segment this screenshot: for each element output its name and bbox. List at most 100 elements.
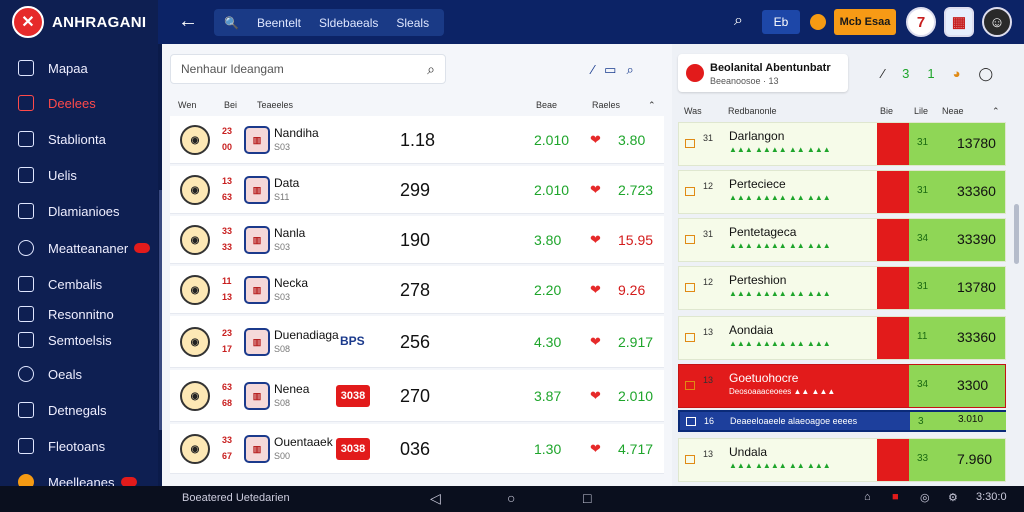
standing-row[interactable]: 12 Perteciece ▲▲▲ ▲▲▲▲ ▲▲ ▲▲▲ 31 33360 bbox=[678, 170, 1006, 214]
sidebar-item-12[interactable]: Fleotoans bbox=[18, 438, 105, 454]
chrome-icon[interactable]: ◕ bbox=[953, 66, 979, 81]
row-checkbox[interactable] bbox=[685, 139, 695, 148]
match-row[interactable]: ◉ 33 33 ▥ Nanla S03 190 3.80 ❤ 15.95 bbox=[170, 216, 664, 264]
search-icon[interactable]: ⌕ bbox=[734, 12, 743, 30]
calendar-icon[interactable]: ▦ bbox=[944, 7, 974, 37]
search-icon[interactable]: ⌕ bbox=[427, 55, 435, 83]
nav-recents-icon[interactable]: □ bbox=[583, 490, 591, 506]
away-odds[interactable]: 2.010 bbox=[618, 388, 653, 404]
link-icon[interactable]: ⁄ bbox=[882, 66, 902, 81]
team-name[interactable]: Necka bbox=[274, 276, 308, 290]
toolbar-icons[interactable]: ⁄▭⌕ bbox=[592, 62, 644, 78]
brand[interactable]: ✕ ANHRAGANI bbox=[0, 0, 158, 44]
match-row[interactable]: ◉ 11 13 ▥ Necka S03 278 2.20 ❤ 9.26 bbox=[170, 266, 664, 314]
row-checkbox[interactable] bbox=[685, 455, 695, 464]
standing-team-name[interactable]: Aondaia bbox=[729, 323, 773, 337]
sidebar-item-3[interactable]: Stablionta bbox=[18, 131, 106, 147]
language-button[interactable]: Eb bbox=[762, 10, 800, 34]
search-segment-3[interactable]: Sleals bbox=[396, 16, 429, 30]
away-odds[interactable]: 2.917 bbox=[618, 334, 653, 350]
sidebar-item-9[interactable]: Semtoelsis bbox=[18, 332, 112, 348]
sidebar-item-11[interactable]: Detnegals bbox=[18, 402, 107, 418]
standing-team-name[interactable]: Goetuohocre bbox=[729, 371, 798, 385]
sidebar-item-5[interactable]: Dlamianioes bbox=[18, 203, 120, 219]
back-arrow-icon[interactable]: ← bbox=[178, 10, 198, 33]
match-row[interactable]: ◉ 13 63 ▥ Data S11 299 2.010 ❤ 2.723 bbox=[170, 166, 664, 214]
team-name[interactable]: Duenadiaga bbox=[274, 328, 339, 342]
heart-icon[interactable]: ❤ bbox=[590, 232, 601, 248]
match-row[interactable]: ◉ 33 67 ▥ Ouentaaek S00 036 1.30 ❤ 4.717… bbox=[170, 424, 664, 474]
standing-row[interactable]: 16 Deaeeloaeele alaeoagoe eeees 3 3.010 bbox=[678, 410, 1006, 432]
away-odds[interactable]: 9.26 bbox=[618, 282, 645, 298]
match-row[interactable]: ◉ 23 17 ▥ Duenadiaga S08 256 4.30 ❤ 2.91… bbox=[170, 316, 664, 368]
coin-icon[interactable] bbox=[810, 14, 826, 30]
search-segment-1[interactable]: Beentelt bbox=[257, 16, 301, 30]
standing-row[interactable]: 13 Goetuohocre Deosoaaaceoees ▲▲ ▲▲▲ 34 … bbox=[678, 364, 1006, 408]
right-scrollbar[interactable] bbox=[1014, 204, 1019, 264]
match-row[interactable]: ◉ 23 00 ▥ Nandiha S03 1.18 2.010 ❤ 3.80 bbox=[170, 116, 664, 164]
away-odds[interactable]: 15.95 bbox=[618, 232, 653, 248]
home-odds[interactable]: 4.30 bbox=[534, 334, 561, 350]
team-name[interactable]: Nandiha bbox=[274, 126, 319, 140]
sidebar-item-10[interactable]: Oeals bbox=[18, 366, 82, 382]
odd-top: 33 bbox=[222, 226, 233, 236]
nav-back-icon[interactable]: ◁ bbox=[430, 490, 441, 507]
standing-row[interactable]: 31 Darlangon ▲▲▲ ▲▲▲▲ ▲▲ ▲▲▲ 31 13780 bbox=[678, 122, 1006, 166]
home-odds[interactable]: 2.010 bbox=[534, 182, 569, 198]
standing-team-name[interactable]: Perteciece bbox=[729, 177, 786, 191]
chat-icon[interactable]: ◯ bbox=[979, 66, 1012, 81]
panel-icons[interactable]: ⁄31◕◯ bbox=[882, 66, 1011, 82]
standing-row[interactable]: 31 Pentetageca ▲▲▲ ▲▲▲▲ ▲▲ ▲▲▲ 34 33390 bbox=[678, 218, 1006, 262]
away-odds[interactable]: 2.723 bbox=[618, 182, 653, 198]
heart-icon[interactable]: ❤ bbox=[590, 441, 601, 457]
away-odds[interactable]: 4.717 bbox=[618, 441, 653, 457]
sidebar-item-8[interactable]: Resonnitno bbox=[18, 306, 114, 322]
match-search-input[interactable]: Nenhaur Ideangam ⌕ bbox=[170, 54, 446, 84]
sidebar-item-1[interactable]: Mapaa bbox=[18, 60, 88, 76]
home-odds[interactable]: 2.20 bbox=[534, 282, 561, 298]
team-name[interactable]: Data bbox=[274, 176, 299, 190]
row-checkbox[interactable] bbox=[685, 187, 695, 196]
sort-chevron-icon[interactable]: ⌃ bbox=[648, 100, 656, 111]
standing-team-name[interactable]: Perteshion bbox=[729, 273, 786, 287]
home-odds[interactable]: 3.80 bbox=[534, 232, 561, 248]
row-checkbox[interactable] bbox=[685, 381, 695, 390]
search-segment-2[interactable]: Sldebaeals bbox=[319, 16, 378, 30]
row-checkbox[interactable] bbox=[685, 235, 695, 244]
standing-team-name[interactable]: Darlangon bbox=[729, 129, 784, 143]
sidebar-item-7[interactable]: Cembalis bbox=[18, 276, 102, 292]
heart-icon[interactable]: ❤ bbox=[590, 132, 601, 148]
match-row[interactable]: ◉ 63 68 ▥ Nenea S08 270 3.87 ❤ 2.010 303… bbox=[170, 370, 664, 422]
promo-button[interactable]: Mcb Esaa bbox=[834, 9, 896, 35]
row-checkbox[interactable] bbox=[685, 283, 695, 292]
top-search-bar[interactable]: 🔍 Beentelt Sldebaeals Sleals bbox=[214, 9, 444, 36]
live-score-chip[interactable]: 3038 bbox=[336, 438, 370, 460]
home-odds[interactable]: 3.87 bbox=[534, 388, 561, 404]
standing-team-name[interactable]: Undala bbox=[729, 445, 767, 459]
away-odds[interactable]: 3.80 bbox=[618, 132, 645, 148]
user-avatar[interactable]: ☺ bbox=[982, 7, 1012, 37]
row-checkbox[interactable] bbox=[686, 417, 696, 426]
standing-row[interactable]: 13 Undala ▲▲▲ ▲▲▲▲ ▲▲ ▲▲▲ 33 7.960 bbox=[678, 438, 1006, 482]
heart-icon[interactable]: ❤ bbox=[590, 282, 601, 298]
live-score-chip[interactable]: 3038 bbox=[336, 385, 370, 407]
sidebar-item-2[interactable]: Deelees bbox=[18, 95, 96, 111]
sidebar-item-4[interactable]: Uelis bbox=[18, 167, 77, 183]
home-odds[interactable]: 2.010 bbox=[534, 132, 569, 148]
row-checkbox[interactable] bbox=[685, 333, 695, 342]
team-name[interactable]: Nanla bbox=[274, 226, 305, 240]
avatar-badge[interactable]: 7 bbox=[906, 7, 936, 37]
sort-chevron-icon[interactable]: ⌃ bbox=[992, 106, 1000, 117]
nav-home-icon[interactable]: ○ bbox=[507, 490, 515, 506]
home-odds[interactable]: 1.30 bbox=[534, 441, 561, 457]
heart-icon[interactable]: ❤ bbox=[590, 334, 601, 350]
team-name[interactable]: Nenea bbox=[274, 382, 309, 396]
sidebar-item-6[interactable]: Meatteananer bbox=[18, 240, 151, 256]
league-card[interactable]: Beolanital Abentunbatr Beeanoosoe · 13 bbox=[678, 54, 848, 92]
heart-icon[interactable]: ❤ bbox=[590, 388, 601, 404]
heart-icon[interactable]: ❤ bbox=[590, 182, 601, 198]
standing-row[interactable]: 12 Perteshion ▲▲▲ ▲▲▲▲ ▲▲ ▲▲▲ 31 13780 bbox=[678, 266, 1006, 310]
standing-team-name[interactable]: Pentetageca bbox=[729, 225, 796, 239]
standing-row[interactable]: 13 Aondaia ▲▲▲ ▲▲▲▲ ▲▲ ▲▲▲ 11 33360 bbox=[678, 316, 1006, 360]
team-name[interactable]: Ouentaaek bbox=[274, 435, 333, 449]
